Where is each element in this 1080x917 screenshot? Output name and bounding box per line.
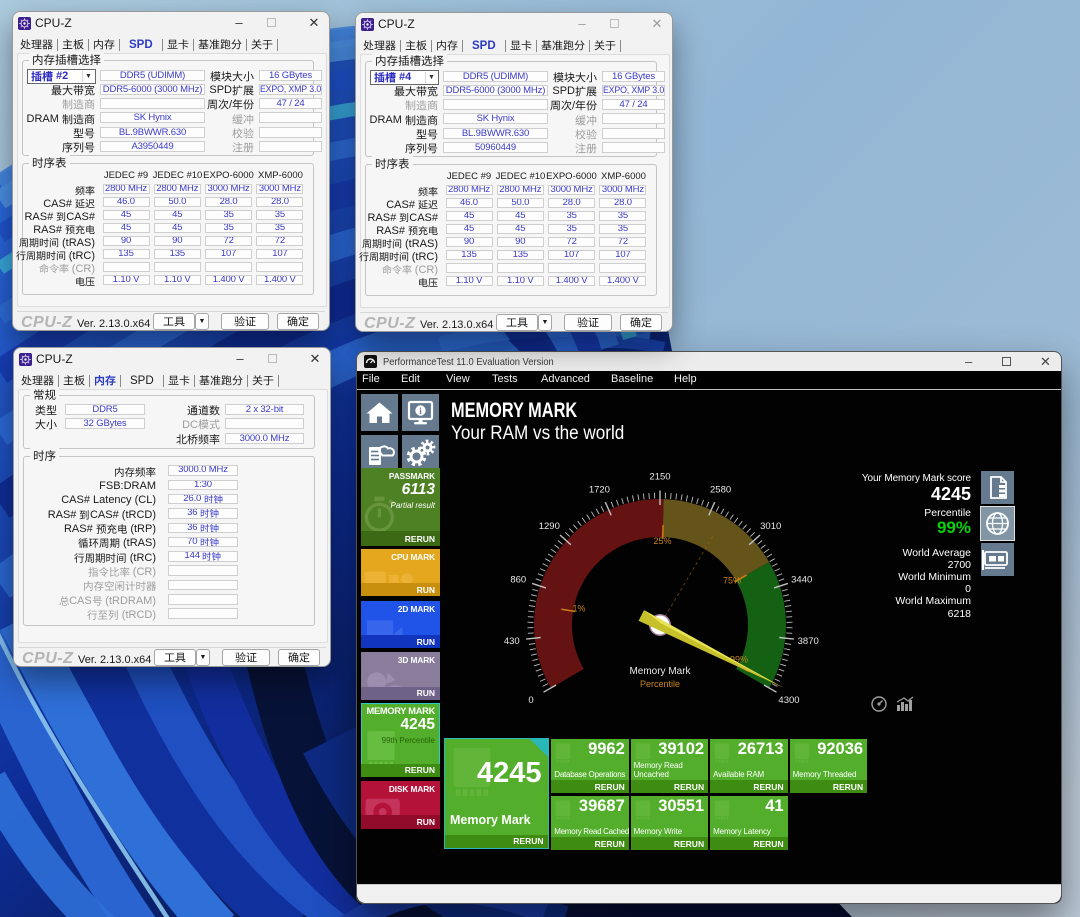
svg-text:1290: 1290 bbox=[539, 521, 560, 532]
svg-text:3870: 3870 bbox=[798, 636, 819, 647]
svg-text:1%: 1% bbox=[572, 604, 585, 614]
svg-text:4300: 4300 bbox=[778, 695, 799, 706]
svg-text:430: 430 bbox=[504, 636, 520, 647]
svg-text:860: 860 bbox=[510, 575, 526, 586]
svg-text:2150: 2150 bbox=[649, 472, 670, 483]
svg-text:3010: 3010 bbox=[760, 521, 781, 532]
svg-text:75%: 75% bbox=[723, 576, 741, 586]
svg-text:3440: 3440 bbox=[791, 575, 812, 586]
svg-text:0: 0 bbox=[528, 695, 533, 706]
svg-text:Memory Mark: Memory Mark bbox=[629, 666, 691, 677]
svg-text:1720: 1720 bbox=[589, 484, 610, 495]
svg-text:2580: 2580 bbox=[710, 484, 731, 495]
svg-text:25%: 25% bbox=[653, 536, 671, 546]
svg-text:Percentile: Percentile bbox=[640, 679, 680, 689]
